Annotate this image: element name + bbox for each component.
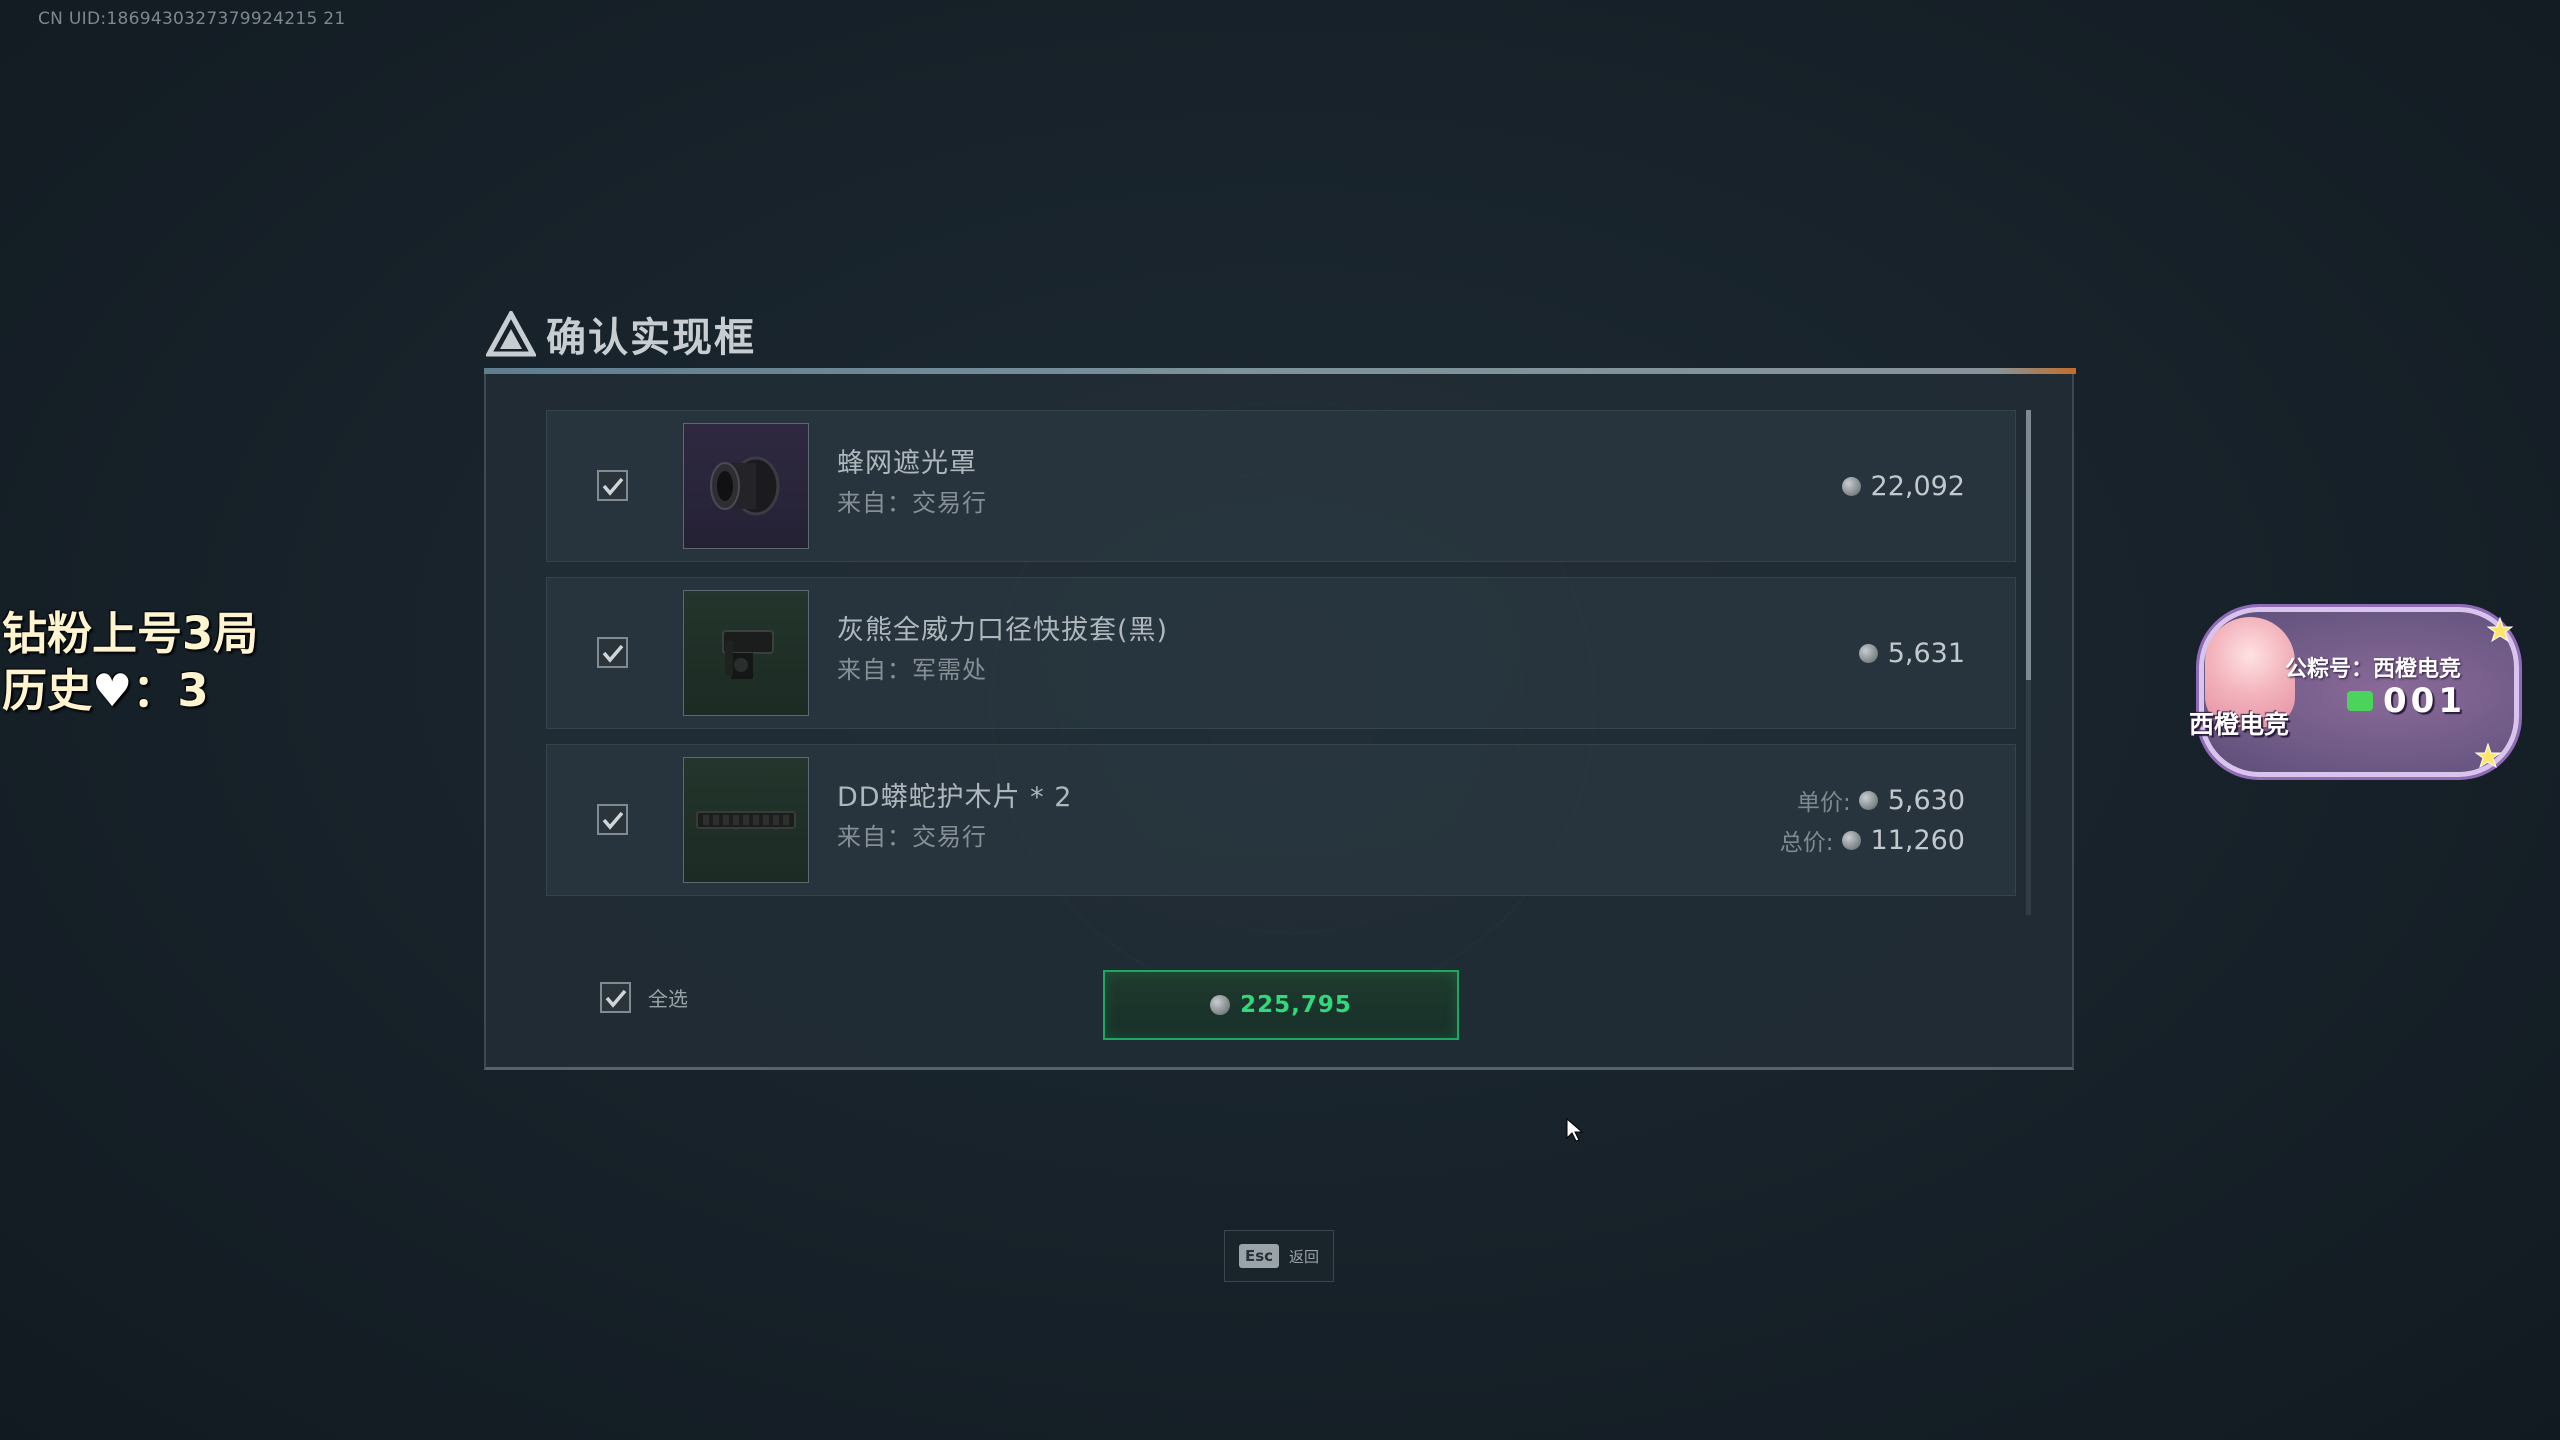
checkmark-icon (602, 811, 623, 830)
stream-overlay-text: 钻粉上号3局 历史♥：3 (2, 605, 258, 719)
item-thumbnail (683, 757, 809, 883)
item-thumbnail (683, 423, 809, 549)
stream-line-1: 钻粉上号3局 (2, 607, 259, 660)
esc-label: 返回 (1289, 1247, 1320, 1266)
item-checkbox[interactable] (597, 804, 628, 835)
item-list: 蜂网遮光罩 来自：交易行 22,092 灰熊全威力口径快拔套(黑) 来自：军需处… (546, 410, 2016, 911)
item-thumbnail (683, 590, 809, 716)
warning-triangle-icon (486, 311, 536, 357)
coin-icon (1210, 995, 1231, 1015)
item-name: 灰熊全威力口径快拔套(黑) (837, 615, 1169, 646)
checkmark-icon (602, 477, 623, 496)
select-all-label: 全选 (648, 987, 688, 1011)
item-price: 22,092 (1870, 470, 1965, 502)
list-item[interactable]: 灰熊全威力口径快拔套(黑) 来自：军需处 5,631 (546, 577, 2016, 729)
checkmark-icon (605, 989, 626, 1008)
stream-line-2-prefix: 历史 (2, 664, 93, 717)
item-name: DD蟒蛇护木片 * 2 (837, 782, 1073, 813)
id-card-icon (2347, 691, 2373, 711)
heart-icon: ♥ (92, 664, 133, 717)
dialog-header: 确认实现框 (486, 306, 756, 362)
esc-key-icon: Esc (1238, 1244, 1280, 1268)
esc-back-button[interactable]: Esc 返回 (1224, 1230, 1334, 1282)
select-all-control[interactable]: 全选 (600, 982, 688, 1013)
streamer-badge: 公粽号：西橙电竞 西橙电竞 001 (2185, 595, 2525, 780)
stream-line-2: 历史♥：3 (2, 662, 258, 719)
badge-name: 西橙电竞 (2189, 710, 2290, 739)
coin-icon (1841, 476, 1861, 496)
coin-icon (1841, 830, 1861, 850)
confirm-dialog: 蜂网遮光罩 来自：交易行 22,092 灰熊全威力口径快拔套(黑) 来自：军需处… (484, 374, 2074, 1070)
item-name: 蜂网遮光罩 (837, 448, 977, 479)
player-uid: CN UID:1869430327379924215 21 (38, 9, 346, 29)
item-source: 来自：交易行 (837, 823, 987, 851)
item-price-block: 22,092 (1841, 411, 1965, 561)
coin-icon (1858, 790, 1878, 810)
lens-hood-icon (710, 456, 780, 516)
badge-nickname: 公粽号：西橙电竞 (2285, 657, 2462, 682)
stream-line-2-suffix: ：3 (132, 664, 209, 717)
item-price-block: 单价: 5,630 总价: 11,260 (1780, 745, 1965, 895)
handguard-panel-icon (696, 811, 796, 829)
badge-id-group: 001 (2347, 681, 2466, 721)
item-price: 5,631 (1887, 637, 1965, 669)
unit-price-label: 单价: (1796, 790, 1851, 816)
select-all-checkbox[interactable] (600, 982, 631, 1013)
badge-id: 001 (2383, 681, 2466, 721)
scrollbar-thumb[interactable] (2026, 410, 2031, 680)
list-item[interactable]: 蜂网遮光罩 来自：交易行 22,092 (546, 410, 2016, 562)
item-source: 来自：军需处 (837, 656, 987, 684)
item-checkbox[interactable] (597, 637, 628, 668)
item-source: 来自：交易行 (837, 489, 987, 517)
star-icon (2487, 617, 2513, 643)
confirm-total: 225,795 (1240, 992, 1352, 1018)
total-price: 11,260 (1870, 824, 1965, 856)
unit-price: 5,630 (1887, 784, 1965, 816)
coin-icon (1858, 643, 1878, 663)
total-price-label: 总价: (1779, 830, 1834, 856)
dialog-title: 确认实现框 (546, 315, 756, 361)
muzzle-adapter-icon (722, 630, 774, 679)
star-icon (2475, 743, 2501, 769)
item-price-block: 5,631 (1858, 578, 1965, 728)
item-checkbox[interactable] (597, 470, 628, 501)
list-item[interactable]: DD蟒蛇护木片 * 2 来自：交易行 单价: 5,630 总价: 11,260 (546, 744, 2016, 896)
list-scrollbar[interactable] (2026, 410, 2031, 915)
checkmark-icon (602, 644, 623, 663)
confirm-purchase-button[interactable]: 225,795 (1103, 970, 1459, 1040)
mouse-cursor-icon (1566, 1118, 1584, 1142)
